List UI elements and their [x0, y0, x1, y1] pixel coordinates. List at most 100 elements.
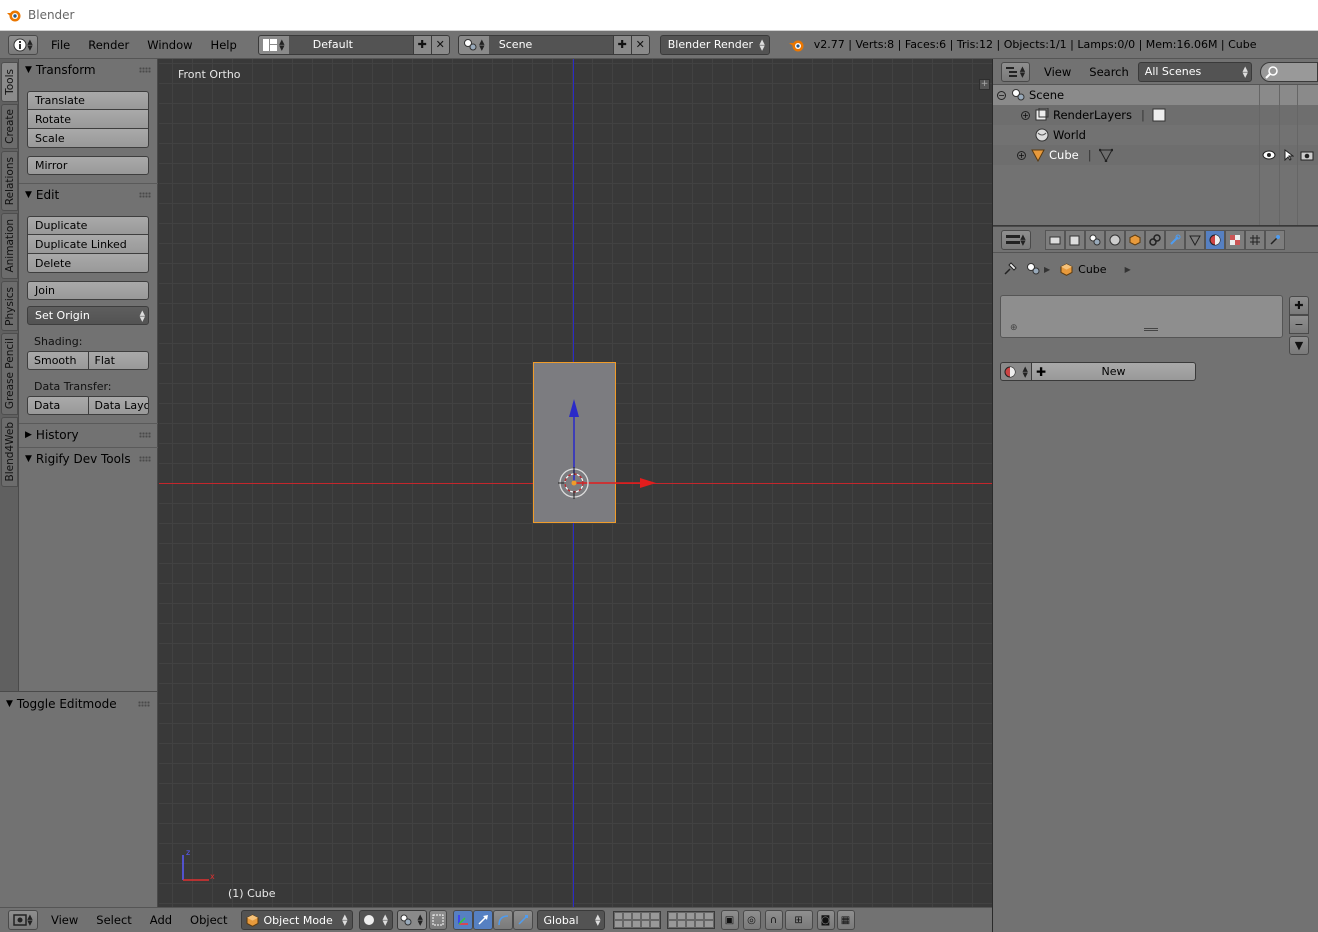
proportional-edit-button[interactable]: ◎ — [742, 910, 761, 930]
remove-slot-icon[interactable]: − — [1289, 315, 1309, 334]
physics-tab-icon[interactable] — [1265, 229, 1285, 250]
toggle-editmode-header[interactable]: ▼ Toggle Editmode — [6, 695, 150, 713]
eye-icon[interactable] — [1261, 147, 1277, 163]
expand-icon[interactable]: + — [1021, 110, 1030, 120]
menu-render[interactable]: Render — [88, 38, 129, 52]
drag-grip-icon[interactable] — [139, 67, 151, 73]
add-slot-icon[interactable]: ✚ — [1289, 296, 1309, 315]
scale-manipulator-button[interactable] — [512, 910, 533, 930]
snap-element-dropdown[interactable]: ⊞ — [784, 910, 813, 930]
interaction-mode-dropdown[interactable]: Object Mode ▲ ▼ — [240, 910, 353, 930]
region-expand-icon[interactable]: + — [979, 79, 990, 90]
outliner-item-cube[interactable]: + Cube | — [993, 145, 1318, 165]
data-tab-icon[interactable] — [1185, 229, 1205, 250]
drag-grip-icon[interactable] — [139, 192, 151, 198]
viewport-shading-dropdown[interactable]: ▲ ▼ — [358, 910, 393, 930]
editor-type-3d-view-button[interactable]: ▲ ▼ — [8, 910, 38, 930]
material-tab-icon[interactable] — [1205, 229, 1225, 250]
rotate-manipulator-button[interactable] — [492, 910, 513, 930]
list-resize-grip[interactable] — [1144, 328, 1158, 331]
outliner-search-input[interactable] — [1259, 61, 1318, 82]
tab-physics[interactable]: Physics — [1, 281, 18, 331]
scale-button[interactable]: Scale — [27, 129, 149, 148]
expand-icon[interactable]: + — [1017, 150, 1026, 160]
browse-material-button[interactable]: ▲ ▼ — [1000, 362, 1032, 381]
rigify-panel-header[interactable]: ▼ Rigify Dev Tools — [25, 450, 151, 468]
set-origin-dropdown[interactable]: Set Origin ▲ ▼ — [27, 306, 149, 325]
transform-orientation-dropdown[interactable]: Global ▲ ▼ — [536, 910, 605, 930]
drag-grip-icon[interactable] — [138, 701, 150, 707]
editor-type-properties-button[interactable]: ▲ ▼ — [1001, 229, 1031, 250]
join-button[interactable]: Join — [27, 281, 149, 300]
new-material-button[interactable]: ✚ New — [1032, 362, 1196, 381]
menu-window[interactable]: Window — [147, 38, 192, 52]
data-button[interactable]: Data — [27, 396, 89, 415]
3d-viewport[interactable]: Front Ortho + z x (1) Cube — [159, 59, 992, 907]
texture-tab-icon[interactable] — [1225, 229, 1245, 250]
scene-tab-icon[interactable] — [1085, 229, 1105, 250]
tab-create[interactable]: Create — [1, 104, 18, 149]
snap-toggle-button[interactable]: ∩ — [764, 910, 783, 930]
cursor-icon[interactable] — [1281, 147, 1297, 163]
menu-view[interactable]: View — [51, 913, 78, 927]
render-tab-icon[interactable] — [1045, 229, 1065, 250]
translate-button[interactable]: Translate — [27, 91, 149, 110]
drag-grip-icon[interactable] — [139, 456, 151, 462]
drag-grip-icon[interactable] — [139, 432, 151, 438]
outliner-item-world[interactable]: World — [993, 125, 1318, 145]
editor-type-outliner-button[interactable]: ▲ ▼ — [1001, 61, 1030, 82]
menu-file[interactable]: File — [51, 38, 70, 52]
render-opengl-button[interactable]: ◙ — [816, 910, 835, 930]
history-panel-header[interactable]: ▶ History — [25, 426, 151, 444]
menu-object[interactable]: Object — [190, 913, 227, 927]
editor-type-info-button[interactable]: ▲ ▼ — [8, 34, 38, 55]
remove-layout-icon[interactable]: ✕ — [430, 35, 449, 54]
material-slot-list[interactable]: ⊕ — [1000, 295, 1283, 338]
outliner-item-renderlayers[interactable]: + RenderLayers | — [993, 105, 1318, 125]
outliner-menu-view[interactable]: View — [1044, 65, 1071, 79]
pivot-point-dropdown[interactable]: ▲ ▼ — [396, 910, 427, 930]
object-tab-icon[interactable] — [1125, 229, 1145, 250]
duplicate-button[interactable]: Duplicate — [27, 216, 149, 235]
duplicate-linked-button[interactable]: Duplicate Linked — [27, 235, 149, 254]
translate-manipulator-button[interactable] — [452, 910, 473, 930]
menu-help[interactable]: Help — [211, 38, 237, 52]
add-layout-icon[interactable]: ✚ — [412, 35, 431, 54]
render-camera-icon[interactable] — [1299, 147, 1315, 163]
render-animation-button[interactable]: ▦ — [836, 910, 855, 930]
rotate-button[interactable]: Rotate — [27, 110, 149, 129]
layout-name-field[interactable]: Default — [288, 35, 413, 54]
menu-select[interactable]: Select — [96, 913, 131, 927]
scene-name-field[interactable]: Scene — [488, 35, 613, 54]
slot-specials-chevron-down-icon[interactable]: ▼ — [1289, 336, 1309, 355]
layer-buttons-group-1[interactable] — [612, 911, 661, 929]
tab-relations[interactable]: Relations — [1, 151, 18, 211]
tab-animation[interactable]: Animation — [1, 213, 18, 279]
manipulator-toggle-button[interactable] — [428, 910, 447, 930]
tab-blend4web[interactable]: Blend4Web — [1, 417, 18, 487]
delete-button[interactable]: Delete — [27, 254, 149, 273]
menu-add[interactable]: Add — [150, 913, 172, 927]
tab-tools[interactable]: Tools — [1, 62, 18, 102]
scene-selector[interactable]: ▲ ▼ Scene ✚ ✕ — [457, 34, 650, 55]
data-layout-button[interactable]: Data Layo — [88, 396, 149, 415]
remove-scene-icon[interactable]: ✕ — [630, 35, 649, 54]
world-tab-icon[interactable] — [1105, 229, 1125, 250]
transform-panel-header[interactable]: ▼ Transform — [25, 61, 151, 79]
lock-camera-button[interactable]: ▣ — [720, 910, 739, 930]
add-scene-icon[interactable]: ✚ — [612, 35, 631, 54]
tab-grease-pencil[interactable]: Grease Pencil — [1, 333, 18, 415]
transform-manipulator[interactable] — [554, 397, 664, 507]
edit-panel-header[interactable]: ▼ Edit — [25, 186, 151, 204]
outliner-menu-search[interactable]: Search — [1089, 65, 1129, 79]
particles-tab-icon[interactable] — [1245, 229, 1265, 250]
layer-buttons-group-2[interactable] — [666, 911, 715, 929]
screen-layout-selector[interactable]: ▲ ▼ Default ✚ ✕ — [257, 34, 450, 55]
modifiers-tab-icon[interactable] — [1165, 229, 1185, 250]
render-layers-tab-icon[interactable] — [1065, 229, 1085, 250]
collapse-icon[interactable]: − — [997, 90, 1006, 100]
flat-button[interactable]: Flat — [88, 351, 149, 370]
display-mode-dropdown[interactable]: All Scenes ▲ ▼ — [1137, 61, 1252, 82]
constraints-tab-icon[interactable] — [1145, 229, 1165, 250]
outliner-item-scene[interactable]: − Scene — [993, 85, 1318, 105]
